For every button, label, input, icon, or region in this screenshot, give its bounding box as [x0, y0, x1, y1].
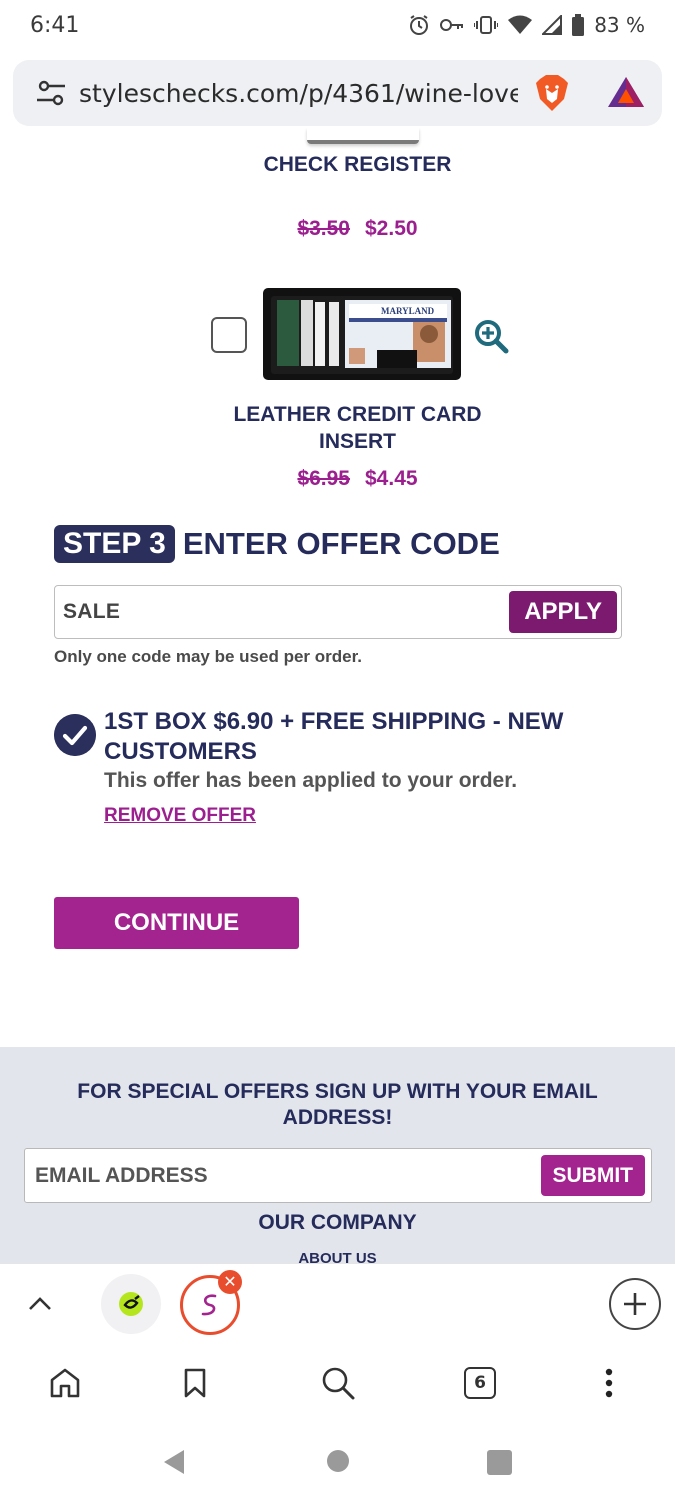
- battery-icon: [572, 14, 585, 36]
- status-bar: 6:41 83 %: [0, 0, 675, 50]
- leather-credit-card-insert-image[interactable]: MARYLAND: [263, 288, 461, 380]
- step-3-heading: STEP 3 ENTER OFFER CODE: [54, 525, 500, 563]
- recents-square-icon[interactable]: [487, 1450, 512, 1475]
- address-bar[interactable]: styleschecks.com/p/4361/wine-lover-a: [13, 60, 662, 126]
- continue-button[interactable]: CONTINUE: [54, 897, 299, 949]
- page-content: CHECK REGISTER $3.50 $2.50 MARYLAND LEAT…: [0, 128, 675, 1263]
- checkmark-icon: [54, 714, 96, 756]
- tab-strip: ✕: [0, 1263, 675, 1345]
- home-button[interactable]: [47, 1365, 83, 1401]
- status-icons: 83 %: [408, 13, 645, 37]
- home-circle-icon[interactable]: [327, 1450, 349, 1472]
- about-us-link[interactable]: ABOUT US: [0, 1250, 675, 1263]
- new-tab-button[interactable]: [609, 1278, 661, 1330]
- newsletter-heading: FOR SPECIAL OFFERS SIGN UP WITH YOUR EMA…: [77, 1080, 598, 1129]
- tab-thumbnail-1[interactable]: [101, 1274, 161, 1334]
- more-vert-icon: [605, 1368, 613, 1398]
- battery-percent: 83 %: [594, 13, 645, 37]
- close-tab-icon[interactable]: ✕: [218, 1270, 242, 1294]
- back-triangle-icon[interactable]: [162, 1449, 186, 1475]
- brave-lion-icon[interactable]: [532, 73, 572, 113]
- email-field[interactable]: EMAIL ADDRESS SUBMIT: [24, 1148, 652, 1203]
- apply-button[interactable]: APPLY: [509, 591, 617, 633]
- wifi-icon: [508, 15, 533, 34]
- offer-code-value[interactable]: SALE: [63, 600, 509, 624]
- site-favicon-icon: [119, 1292, 143, 1316]
- bookmark-icon: [184, 1368, 206, 1398]
- bookmarks-button[interactable]: [177, 1365, 213, 1401]
- tab-switcher-button[interactable]: 6: [462, 1365, 498, 1401]
- price-row-check-register: $3.50 $2.50: [0, 217, 675, 241]
- alarm-icon: [410, 15, 429, 35]
- search-icon: [322, 1367, 355, 1400]
- leather-insert-checkbox[interactable]: [211, 317, 247, 353]
- our-company-heading: OUR COMPANY: [258, 1211, 417, 1234]
- product-title-line-2: INSERT: [318, 430, 396, 453]
- signal-icon: [542, 15, 563, 35]
- remove-offer-link[interactable]: REMOVE OFFER: [104, 805, 256, 827]
- check-register-image: [307, 128, 419, 144]
- product-title-leather-insert: LEATHER CREDIT CARD INSERT: [0, 401, 675, 455]
- product-title-check-register: CHECK REGISTER: [263, 153, 452, 176]
- step-title: ENTER OFFER CODE: [182, 526, 500, 561]
- home-icon: [50, 1368, 80, 1398]
- applied-offer-message: This offer has been applied to your orde…: [104, 769, 518, 792]
- sale-price: $4.45: [365, 467, 418, 490]
- old-price: $6.95: [297, 467, 350, 490]
- url-text[interactable]: styleschecks.com/p/4361/wine-lover-a: [79, 79, 518, 108]
- zoom-in-icon[interactable]: [473, 318, 509, 354]
- browser-toolbar: 6: [0, 1345, 675, 1420]
- styles-favicon-icon: [201, 1294, 217, 1316]
- plus-icon: [624, 1293, 646, 1315]
- vibrate-icon: [474, 16, 499, 34]
- bat-triangle-icon[interactable]: [606, 73, 646, 113]
- email-placeholder[interactable]: EMAIL ADDRESS: [35, 1164, 541, 1188]
- status-time: 6:41: [30, 12, 80, 38]
- price-row-leather-insert: $6.95 $4.45: [0, 467, 675, 491]
- sale-price: $2.50: [365, 217, 418, 240]
- offer-code-input[interactable]: SALE APPLY: [54, 585, 622, 639]
- key-icon: [440, 19, 464, 31]
- submit-button[interactable]: SUBMIT: [540, 1155, 645, 1196]
- chevron-up-icon[interactable]: [26, 1290, 54, 1318]
- old-price: $3.50: [297, 217, 350, 240]
- tune-icon[interactable]: [35, 77, 67, 109]
- offer-note: Only one code may be used per order.: [54, 647, 362, 666]
- system-nav-bar: [0, 1420, 675, 1500]
- step-badge: STEP 3: [54, 525, 175, 563]
- product-title-line-1: LEATHER CREDIT CARD: [233, 403, 482, 426]
- tab-count: 6: [464, 1367, 496, 1399]
- wallet-id-state: MARYLAND: [381, 306, 435, 316]
- search-button[interactable]: [320, 1365, 356, 1401]
- applied-offer-title: 1ST BOX $6.90 + FREE SHIPPING - NEW CUST…: [104, 708, 564, 765]
- menu-button[interactable]: [591, 1365, 627, 1401]
